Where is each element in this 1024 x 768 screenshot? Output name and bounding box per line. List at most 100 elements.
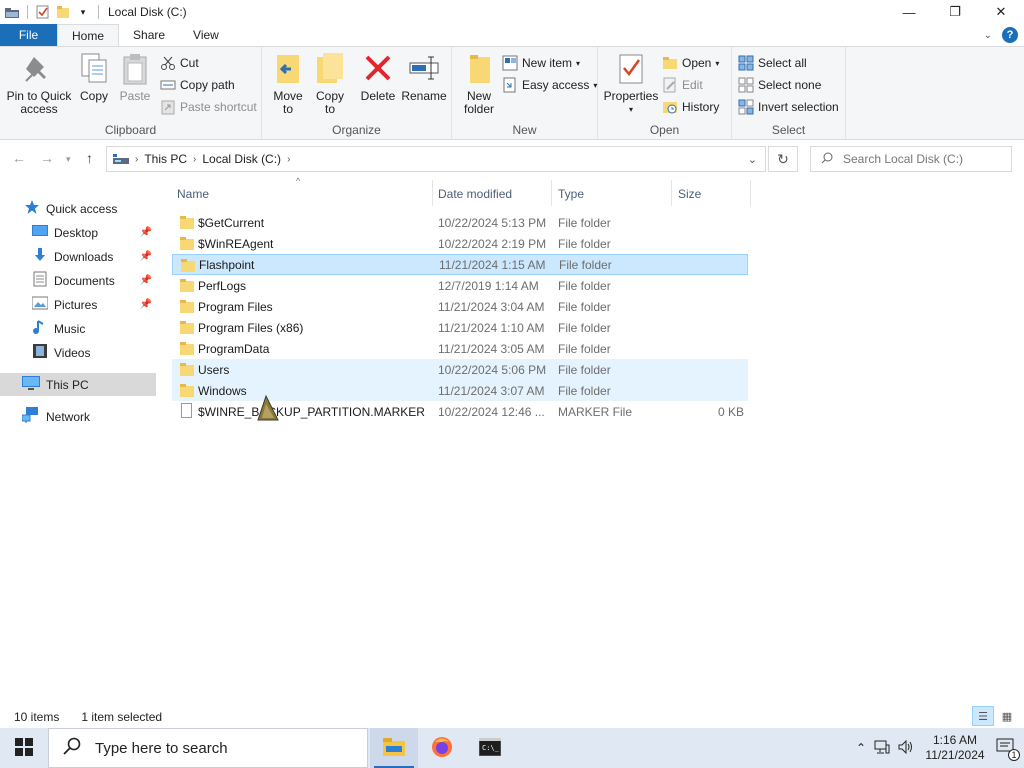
- copy-button[interactable]: Copy: [76, 51, 112, 103]
- table-row[interactable]: $GetCurrent 10/22/2024 5:13 PM File folder: [172, 212, 748, 233]
- open-button[interactable]: Open ▾: [662, 53, 719, 73]
- pin-icon[interactable]: 📌: [140, 227, 152, 238]
- refresh-button[interactable]: ↻: [768, 146, 798, 172]
- qat-dropdown-icon[interactable]: ▾: [75, 4, 91, 20]
- up-arrow-icon[interactable]: ↑: [86, 150, 93, 166]
- column-separator[interactable]: [671, 180, 672, 206]
- select-all-button[interactable]: Select all: [738, 53, 807, 73]
- column-separator[interactable]: [432, 180, 433, 206]
- column-header-size[interactable]: Size: [678, 184, 748, 204]
- file-name: Flashpoint: [199, 257, 255, 272]
- column-header-type[interactable]: Type: [558, 184, 670, 204]
- folder-icon: [180, 299, 194, 313]
- desktop-icon: [32, 224, 48, 241]
- pin-label: Pin to Quick access: [6, 89, 72, 116]
- sidebar-item-network[interactable]: Network: [0, 405, 156, 428]
- sidebar-item-quick-access[interactable]: Quick access: [0, 197, 156, 220]
- sidebar-item-desktop[interactable]: Desktop 📌: [0, 221, 156, 244]
- breadcrumb-this-pc[interactable]: This PC: [144, 152, 187, 166]
- details-view-button[interactable]: ☰: [972, 706, 994, 726]
- delete-button[interactable]: Delete: [358, 51, 398, 103]
- sidebar-item-documents[interactable]: Documents 📌: [0, 269, 156, 292]
- clock[interactable]: 1:16 AM 11/21/2024: [922, 733, 988, 763]
- quick-access-toolbar: ▾: [0, 0, 102, 24]
- properties-qat-icon[interactable]: [35, 4, 51, 20]
- paste-button[interactable]: Paste: [116, 51, 154, 103]
- mouse-cursor: [254, 394, 280, 427]
- taskbar-terminal[interactable]: C:\_: [466, 728, 514, 768]
- network-status-icon[interactable]: [874, 740, 890, 757]
- clock-date: 11/21/2024: [925, 748, 985, 762]
- maximize-button[interactable]: ❐: [932, 0, 978, 24]
- column-header-date[interactable]: Date modified: [438, 184, 550, 204]
- pin-icon[interactable]: 📌: [140, 251, 152, 262]
- forward-arrow-icon[interactable]: →: [40, 150, 54, 166]
- new-item-button[interactable]: New item ▾: [502, 53, 580, 73]
- help-icon[interactable]: ?: [1002, 27, 1018, 43]
- search-box[interactable]: Search Local Disk (C:): [810, 146, 1012, 172]
- invert-selection-button[interactable]: Invert selection: [738, 97, 839, 117]
- column-separator[interactable]: [750, 180, 751, 206]
- sidebar-item-downloads[interactable]: Downloads 📌: [0, 245, 156, 268]
- tab-view[interactable]: View: [179, 24, 233, 46]
- column-separator[interactable]: [551, 180, 552, 206]
- expand-ribbon-icon[interactable]: ⌄: [984, 30, 992, 41]
- window-title: Local Disk (C:): [108, 5, 187, 19]
- large-icons-view-button[interactable]: ▦: [996, 706, 1018, 726]
- table-row[interactable]: ProgramData 11/21/2024 3:05 AM File folder: [172, 338, 748, 359]
- table-row[interactable]: Program Files 11/21/2024 3:04 AM File fold…: [172, 296, 748, 317]
- close-button[interactable]: ✕: [978, 0, 1024, 24]
- file-date: 10/22/2024 5:13 PM: [438, 215, 547, 230]
- start-button[interactable]: [0, 728, 48, 768]
- table-row[interactable]: Users 10/22/2024 5:06 PM File folder: [172, 359, 748, 380]
- table-row[interactable]: PerfLogs 12/7/2019 1:14 AM File folder: [172, 275, 748, 296]
- table-row[interactable]: Program Files (x86) 11/21/2024 1:10 AM Fil…: [172, 317, 748, 338]
- column-header-name[interactable]: Name: [177, 184, 432, 204]
- ribbon: Pin to Quick access Copy Paste Cut Copy …: [0, 46, 1024, 140]
- new-folder-button[interactable]: New folder: [458, 51, 500, 116]
- history-button[interactable]: History: [662, 97, 719, 117]
- select-none-button[interactable]: Select none: [738, 75, 821, 95]
- address-bar[interactable]: › This PC › Local Disk (C:) › ⌄: [106, 146, 766, 172]
- address-dropdown-icon[interactable]: ⌄: [748, 153, 757, 166]
- taskbar-file-explorer[interactable]: [370, 728, 418, 768]
- sidebar-item-videos[interactable]: Videos: [0, 341, 156, 364]
- cut-button[interactable]: Cut: [160, 53, 199, 73]
- tab-file[interactable]: File: [0, 24, 57, 46]
- folder-icon: [180, 278, 194, 292]
- table-row[interactable]: Flashpoint 11/21/2024 1:15 AM File folder: [172, 254, 748, 275]
- copy-to-button[interactable]: Copy to: [310, 51, 350, 116]
- pin-icon[interactable]: 📌: [140, 299, 152, 310]
- easy-access-label: Easy access: [522, 78, 590, 92]
- volume-icon[interactable]: [898, 739, 914, 757]
- show-hidden-icons-icon[interactable]: ⌃: [856, 741, 866, 755]
- new-folder-qat-icon[interactable]: [55, 4, 71, 20]
- notifications-icon[interactable]: 1: [996, 738, 1020, 761]
- sidebar-item-pictures[interactable]: Pictures 📌: [0, 293, 156, 316]
- breadcrumb-local-disk[interactable]: Local Disk (C:): [202, 152, 281, 166]
- edit-button[interactable]: Edit: [662, 75, 703, 95]
- selection-count: 1 item selected: [81, 710, 163, 724]
- taskbar-firefox[interactable]: [418, 728, 466, 768]
- recent-locations-icon[interactable]: ▾: [66, 154, 71, 165]
- folder-icon: [180, 215, 194, 229]
- paste-shortcut-button[interactable]: Paste shortcut: [160, 97, 257, 117]
- back-arrow-icon[interactable]: ←: [12, 150, 26, 166]
- sidebar-item-music[interactable]: Music: [0, 317, 156, 340]
- copy-path-icon: [160, 77, 176, 93]
- taskbar-search-box[interactable]: Type here to search: [48, 728, 368, 768]
- tab-home[interactable]: Home: [57, 24, 120, 46]
- table-row[interactable]: $WinREAgent 10/22/2024 2:19 PM File folder: [172, 233, 748, 254]
- move-to-button[interactable]: Move to: [268, 51, 308, 116]
- breadcrumb-chevron-icon: ›: [287, 153, 291, 165]
- easy-access-button[interactable]: Easy access ▾: [502, 75, 597, 95]
- minimize-button[interactable]: —: [886, 0, 932, 24]
- tab-share[interactable]: Share: [119, 24, 179, 46]
- file-type: File folder: [558, 362, 611, 377]
- properties-button[interactable]: Properties ▾: [602, 51, 660, 116]
- pin-quick-access-button[interactable]: Pin to Quick access: [6, 51, 72, 116]
- pin-icon[interactable]: 📌: [140, 275, 152, 286]
- copy-path-button[interactable]: Copy path: [160, 75, 235, 95]
- sidebar-item-this-pc[interactable]: This PC: [0, 373, 156, 396]
- rename-button[interactable]: Rename: [401, 51, 447, 103]
